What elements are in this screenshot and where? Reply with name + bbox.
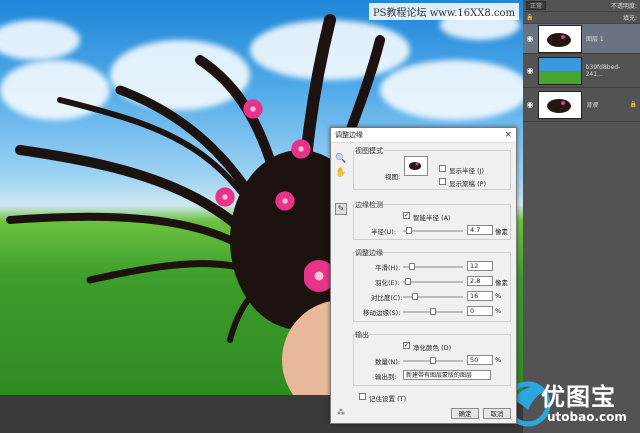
feather-input[interactable]: 2.8: [467, 276, 493, 286]
radius-label: 半径(U):: [371, 228, 397, 236]
decontaminate-colors-checkbox[interactable]: ✓: [403, 342, 410, 349]
contrast-unit: %: [495, 292, 502, 300]
amount-input[interactable]: 50: [467, 355, 493, 365]
view-mode-group: [353, 150, 511, 190]
amount-slider[interactable]: [403, 357, 463, 364]
amount-slider-knob[interactable]: [430, 357, 436, 364]
shift-edge-slider-knob[interactable]: [430, 308, 436, 315]
hand-tool-icon[interactable]: ✋: [335, 168, 346, 178]
layer-name: 图层 1: [586, 36, 604, 43]
pink-flower: [240, 98, 266, 120]
eye-icon[interactable]: ◉: [526, 34, 534, 43]
layer-thumbnail: [538, 90, 582, 119]
layer-name: 背景: [586, 102, 599, 109]
shift-edge-input[interactable]: 0: [467, 306, 493, 316]
dialog-title: 调整边缘: [331, 128, 516, 143]
feather-label: 羽化(E):: [375, 279, 400, 287]
show-original-label: 显示原稿 (P): [449, 180, 487, 188]
shift-edge-label: 移动边缘(S):: [363, 309, 401, 317]
smart-radius-label: 智能半径 (A): [413, 214, 451, 222]
smooth-input[interactable]: 12: [467, 261, 493, 271]
layer-thumbnail: [538, 24, 582, 53]
remember-settings-checkbox[interactable]: [359, 393, 366, 400]
zoom-tool-icon[interactable]: 🔍: [335, 154, 346, 164]
layers-lock-row: 🔒 填充:: [523, 12, 640, 24]
layer-thumbnail: [537, 56, 582, 85]
shift-edge-slider[interactable]: [403, 308, 463, 315]
lock-icon[interactable]: 🔒: [526, 14, 533, 21]
remember-settings-label: 记住设置 (T): [369, 395, 407, 403]
pink-flower: [272, 190, 298, 212]
brand-logo-text: 优图宝: [541, 383, 616, 411]
edge-detection-title: 边缘检测: [355, 200, 383, 210]
show-radius-label: 显示半径 (J): [449, 167, 485, 175]
radius-unit: 像素: [495, 228, 508, 236]
layer-row[interactable]: ◉ b39fd8bed-241...: [523, 54, 640, 88]
amount-unit: %: [495, 356, 502, 364]
output-to-label: 输出到:: [375, 373, 397, 381]
show-radius-checkbox[interactable]: [439, 165, 446, 172]
layers-panel: 正常 不透明度: 🔒 填充: ◉ 图层 1 ◉ b39fd8bed-241...…: [523, 0, 640, 433]
smooth-label: 平滑(H):: [375, 264, 401, 272]
fill-label: 填充:: [622, 15, 637, 22]
pink-flower: [212, 186, 238, 208]
refine-edge-dialog: 调整边缘 × 🔍 ✋ ✎ 视图模式 视图: 显示半径 (J) 显示原稿 (P) …: [330, 127, 517, 424]
contrast-input[interactable]: 16: [467, 291, 493, 301]
eye-icon[interactable]: ◉: [526, 100, 534, 109]
brand-url: utobao.com: [547, 410, 627, 424]
contrast-slider[interactable]: [403, 293, 463, 300]
watermark: PS教程论坛 www.16XX8.com: [368, 3, 519, 20]
smart-radius-checkbox[interactable]: ✓: [403, 212, 410, 219]
layer-row[interactable]: ◉ 背景 🔒: [523, 88, 640, 122]
contrast-label: 对比度(C):: [371, 294, 403, 302]
feather-unit: 像素: [495, 279, 508, 287]
show-original-checkbox[interactable]: [439, 178, 446, 185]
layer-row[interactable]: ◉ 图层 1: [523, 24, 640, 54]
radius-slider[interactable]: [403, 227, 463, 234]
lock-icon: 🔒: [629, 101, 637, 108]
feather-slider-knob[interactable]: [404, 278, 411, 285]
view-label: 视图:: [385, 173, 401, 181]
close-icon[interactable]: ×: [504, 130, 512, 140]
blend-mode-select[interactable]: 正常: [526, 1, 547, 10]
amount-label: 数量(N):: [375, 358, 401, 366]
layer-name: b39fd8bed-241...: [585, 63, 621, 78]
contrast-slider-knob[interactable]: [411, 293, 418, 300]
smooth-slider[interactable]: [403, 263, 463, 270]
feather-slider[interactable]: [403, 278, 463, 285]
pink-flower: [288, 138, 314, 160]
view-mode-dropdown[interactable]: [404, 156, 428, 176]
adjust-edge-title: 调整边缘: [355, 248, 383, 258]
output-to-select[interactable]: 新建带有图层蒙版的图层: [403, 370, 491, 380]
cancel-button[interactable]: 取消: [483, 408, 511, 419]
smooth-slider-knob[interactable]: [409, 263, 416, 270]
view-mode-title: 视图模式: [355, 146, 383, 156]
eye-icon[interactable]: ◉: [526, 66, 534, 75]
ok-button[interactable]: 确定: [451, 408, 479, 419]
output-title: 输出: [355, 330, 369, 340]
radius-input[interactable]: 4.7: [467, 225, 493, 235]
decontaminate-colors-label: 净化颜色 (D): [413, 344, 452, 352]
opacity-label: 不透明度:: [610, 3, 637, 10]
layers-options-row: 正常 不透明度:: [523, 0, 640, 12]
refine-radius-brush-icon[interactable]: ✎: [335, 203, 347, 215]
radius-slider-knob[interactable]: [405, 227, 412, 234]
progress-icon: ⁂: [337, 408, 345, 417]
shift-edge-unit: %: [495, 307, 502, 315]
